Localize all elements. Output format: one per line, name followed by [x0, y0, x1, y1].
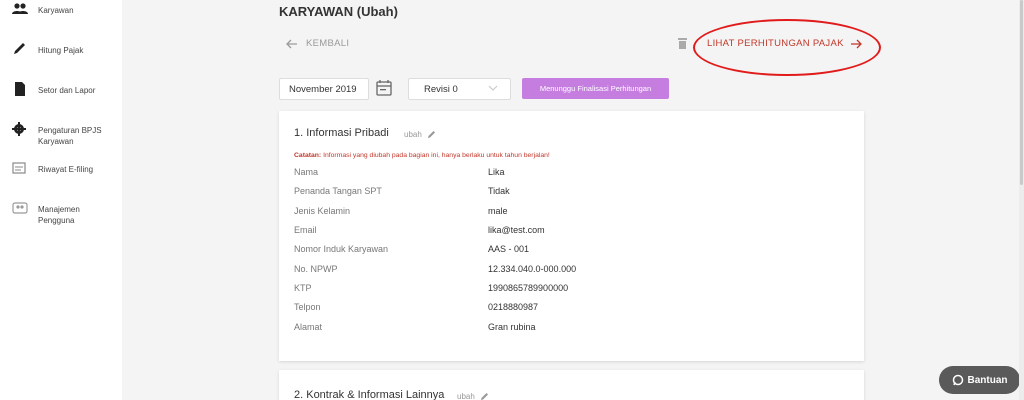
info-row: Telpon 0218880987 [294, 302, 844, 316]
contract-info-card: 2. Kontrak & Informasi Lainnya ubah [279, 370, 864, 400]
info-key: Jenis Kelamin [294, 206, 351, 216]
users-manage-icon [12, 202, 28, 214]
info-value: lika@test.com [488, 225, 545, 235]
sidebar-item-label: Karyawan [38, 6, 74, 15]
sidebar-item-label: Setor dan Lapor [38, 86, 96, 95]
arrow-left-icon [286, 39, 297, 48]
info-key: Alamat [294, 322, 323, 332]
personal-info-card: 1. Informasi Pribadi ubah Catatan: Infor… [279, 111, 864, 361]
edit-label: ubah [457, 392, 475, 400]
info-row: Nama Lika [294, 167, 844, 181]
scrollbar-thumb[interactable] [1020, 0, 1023, 185]
revision-select[interactable]: Revisi 0 [408, 78, 511, 100]
sidebar-item-hitung-pajak[interactable]: Hitung Pajak [12, 42, 118, 56]
info-key: No. NPWP [294, 264, 338, 274]
page-title: KARYAWAN (Ubah) [279, 4, 398, 19]
info-row: Nomor Induk Karyawan AAS - 001 [294, 244, 844, 258]
period-input[interactable]: November 2019 [279, 78, 369, 100]
help-label: Bantuan [967, 374, 1008, 386]
info-value: Gran rubina [488, 322, 536, 332]
chevron-down-icon [488, 85, 498, 91]
sidebar-item-label: Pengaturan BPJS Karyawan [38, 126, 102, 146]
sidebar-item-label: Hitung Pajak [38, 46, 84, 55]
chat-bubble-icon [952, 374, 963, 386]
sidebar-item-manajemen[interactable]: Manajemen Pengguna [12, 201, 118, 226]
note-prefix: Catatan: [294, 152, 322, 159]
note-text: Informasi yang diubah pada bagian ini, h… [321, 152, 550, 159]
info-value: Tidak [488, 186, 510, 196]
info-row: Jenis Kelamin male [294, 206, 844, 220]
info-value: 0218880987 [488, 302, 539, 312]
pencil-icon [427, 131, 435, 138]
sidebar-item-karyawan[interactable]: Karyawan [12, 2, 118, 16]
pencil-icon [14, 43, 25, 54]
info-value: 12.334.040.0-000.000 [488, 264, 577, 274]
scrollbar[interactable] [1019, 0, 1024, 400]
section-title: 2. Kontrak & Informasi Lainnya [294, 389, 445, 400]
gear-icon [12, 122, 26, 136]
info-key: Nama [294, 167, 319, 177]
info-row: No. NPWP 12.334.040.0-000.000 [294, 264, 844, 278]
section-title: 1. Informasi Pribadi [294, 127, 389, 139]
sidebar-item-label: Manajemen Pengguna [38, 205, 80, 225]
info-row: Email lika@test.com [294, 225, 844, 239]
info-value: AAS - 001 [488, 244, 530, 254]
revision-value: Revisi 0 [424, 84, 458, 95]
info-key: KTP [294, 283, 312, 293]
info-value: 1990865789900000 [488, 283, 569, 293]
info-row: KTP 1990865789900000 [294, 283, 844, 297]
info-key: Telpon [294, 302, 321, 312]
people-icon [12, 3, 28, 14]
info-row: Alamat Gran rubina [294, 322, 844, 336]
info-key: Nomor Induk Karyawan [294, 244, 389, 254]
info-key: Penanda Tangan SPT [294, 186, 382, 196]
history-icon [12, 162, 26, 174]
info-key: Email [294, 225, 317, 235]
info-row: Penanda Tangan SPT Tidak [294, 186, 844, 200]
sidebar-item-bpjs[interactable]: Pengaturan BPJS Karyawan [12, 122, 118, 147]
sidebar-item-setor-lapor[interactable]: Setor dan Lapor [12, 82, 118, 96]
info-value: male [488, 206, 508, 216]
sidebar-item-label: Riwayat E-filing [38, 165, 94, 174]
back-label: KEMBALI [306, 38, 350, 49]
info-value: Lika [488, 167, 505, 177]
back-button[interactable]: KEMBALI [286, 38, 349, 49]
edit-contract-info-link[interactable]: ubah [457, 392, 489, 400]
calendar-icon[interactable] [376, 80, 392, 96]
status-button[interactable]: Menunggu Finalisasi Perhitungan [522, 78, 669, 99]
trash-icon[interactable] [678, 38, 687, 49]
section-note: Catatan: Informasi yang diubah pada bagi… [294, 152, 550, 159]
edit-personal-info-link[interactable]: ubah [404, 130, 436, 139]
sidebar-item-riwayat[interactable]: Riwayat E-filing [12, 161, 118, 175]
document-icon [15, 82, 25, 96]
edit-label: ubah [404, 130, 422, 139]
pencil-icon [480, 393, 488, 400]
help-button[interactable]: Bantuan [939, 366, 1020, 394]
highlight-ellipse [693, 19, 881, 76]
sidebar: Karyawan Hitung Pajak Setor dan Lapor Pe… [0, 0, 122, 400]
